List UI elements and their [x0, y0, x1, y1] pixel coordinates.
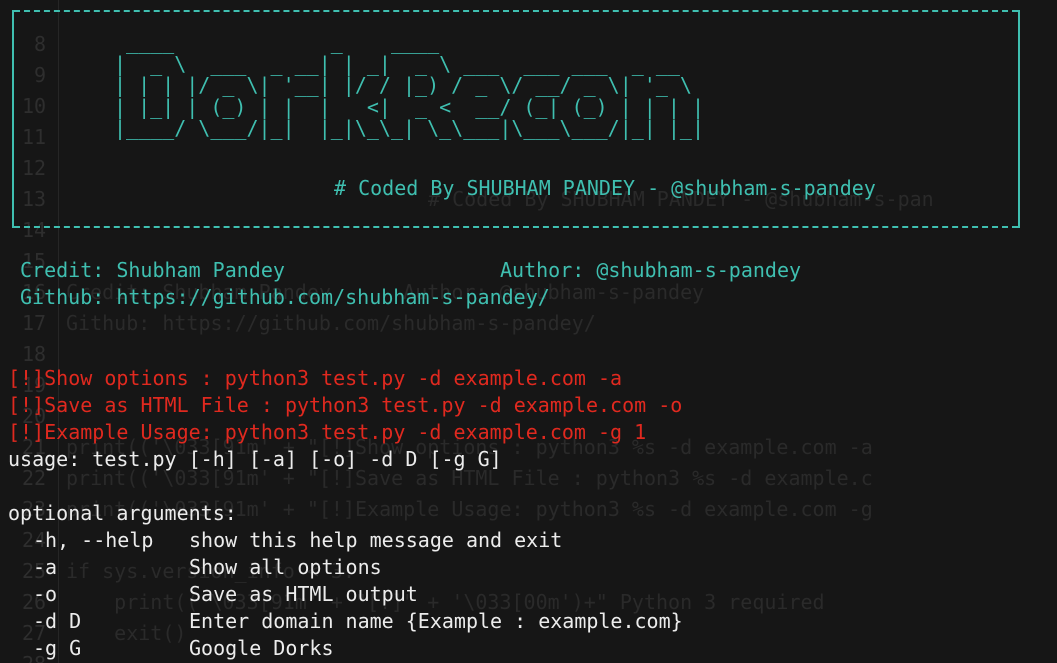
ascii-logo: ____ _ ____ | _ \ ___ _ __| | _| _ \ ___…: [114, 30, 705, 140]
ghost-code-line: exit(): [66, 621, 187, 645]
ghost-line-number: 18: [22, 342, 47, 366]
ghost-code-line: Github: https://github.com/shubham-s-pan…: [66, 311, 596, 335]
banner-bottom-border: [14, 226, 1018, 228]
arg-flag: -d D: [33, 609, 82, 633]
usage-line: usage: test.py [-h] [-a] [-o] -d D [-g G…: [8, 447, 502, 471]
banner-top-border: [14, 10, 1018, 12]
arg-description: Save as HTML output: [189, 582, 418, 606]
arg-flag: -a: [33, 555, 58, 579]
warning-example-usage: [!]Example Usage: python3 test.py -d exa…: [8, 420, 647, 444]
arg-flag: -g G: [33, 636, 82, 660]
credit-text: Credit: Shubham Pandey: [20, 258, 285, 282]
arg-description: show this help message and exit: [189, 528, 563, 552]
arg-description: Show all options: [189, 555, 382, 579]
warning-save-html: [!]Save as HTML File : python3 test.py -…: [8, 393, 683, 417]
github-text: Github: https://github.com/shubham-s-pan…: [20, 285, 550, 309]
warning-show-options: [!]Show options : python3 test.py -d exa…: [8, 366, 623, 390]
banner-box: ____ _ ____ | _ \ ___ _ __| | _| _ \ ___…: [12, 10, 1020, 228]
coded-by-text: # Coded By SHUBHAM PANDEY - @shubham-s-p…: [334, 176, 876, 200]
arg-flag: -o: [33, 582, 58, 606]
arg-description: Enter domain name {Example : example.com…: [189, 609, 683, 633]
author-text: Author: @shubham-s-pandey: [500, 258, 802, 282]
optional-arguments-header: optional arguments:: [8, 501, 237, 525]
arg-description: Google Dorks: [189, 636, 334, 660]
ghost-line-number: 17: [22, 311, 47, 335]
arg-flag: -h, --help: [33, 528, 154, 552]
